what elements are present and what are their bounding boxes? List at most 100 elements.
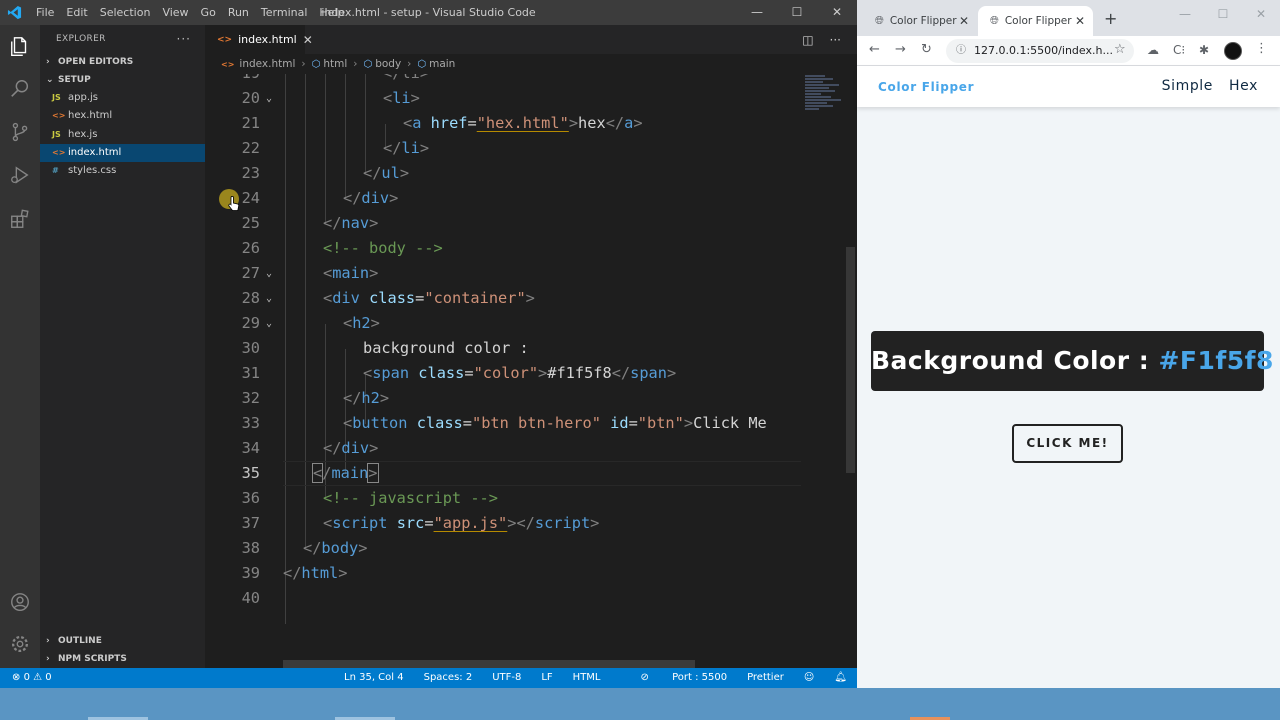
browser-tab[interactable]: 🌐︎ Color Flipper ✕ (863, 6, 977, 36)
extensions-icon[interactable] (8, 207, 32, 231)
line-ending[interactable]: LF (541, 668, 552, 688)
code-text: <li> (383, 89, 420, 107)
close-icon[interactable]: ✕ (1242, 0, 1280, 28)
close-tab-icon[interactable]: ✕ (303, 33, 313, 47)
breadcrumb-item[interactable]: index.html (239, 58, 295, 70)
line-number: 36 (241, 489, 260, 507)
extension-icon[interactable]: C⁝ (1173, 43, 1185, 57)
notifications-bell-icon[interactable]: 🔔︎ (834, 668, 847, 688)
split-editor-icon[interactable]: ◫ (802, 33, 813, 47)
feedback-icon[interactable]: ☺ (804, 668, 814, 688)
breadcrumb-item[interactable]: body (375, 58, 401, 70)
profile-avatar[interactable] (1224, 42, 1242, 60)
editor-actions: ◫ ··· (786, 25, 841, 54)
minimap[interactable] (805, 74, 845, 134)
file-item-styles-css[interactable]: # styles.css (40, 162, 205, 180)
code-text: </h2> (343, 389, 390, 407)
line-number: 35 (241, 464, 260, 482)
settings-gear-icon[interactable] (8, 632, 32, 656)
npm-scripts-section[interactable]: › NPM SCRIPTS (40, 650, 205, 668)
minimize-icon[interactable]: — (737, 0, 777, 25)
code-text: </main> (311, 463, 379, 483)
close-tab-icon[interactable]: ✕ (1075, 14, 1085, 28)
reload-icon[interactable]: ↻ (921, 42, 932, 57)
tab-index-html[interactable]: <> index.html ✕ (205, 25, 313, 54)
more-actions-icon[interactable]: ··· (830, 33, 841, 47)
maximize-icon[interactable]: ☐ (777, 0, 817, 25)
search-icon[interactable] (8, 77, 32, 101)
menu-terminal[interactable]: Terminal (255, 0, 314, 25)
code-text: </body> (303, 539, 368, 557)
puzzle-extensions-icon[interactable]: ✱ (1199, 43, 1209, 57)
menu-selection[interactable]: Selection (94, 0, 157, 25)
file-item-hex-html[interactable]: <> hex.html (40, 107, 205, 125)
error-icon: ⊗ (12, 672, 21, 683)
close-icon[interactable]: ✕ (817, 0, 857, 25)
browser-window-controls: — ☐ ✕ (1166, 0, 1280, 28)
site-brand[interactable]: Color Flipper (878, 80, 974, 94)
menu-view[interactable]: View (156, 0, 194, 25)
kebab-menu-icon[interactable]: ⋮ (1255, 41, 1268, 56)
fold-chevron-icon[interactable]: ⌄ (266, 311, 272, 336)
prettier-status[interactable]: Prettier (747, 668, 784, 688)
close-tab-icon[interactable]: ✕ (959, 14, 969, 28)
line-number: 19 (205, 74, 260, 86)
menu-file[interactable]: File (30, 0, 60, 25)
folder-section[interactable]: ⌄ SETUP (40, 71, 205, 89)
line-number: 29 (241, 314, 260, 332)
source-control-icon[interactable] (8, 120, 32, 144)
css-file-icon: # (52, 166, 59, 176)
breadcrumb-item[interactable]: main (429, 58, 455, 70)
line-number: 33 (241, 414, 260, 432)
os-taskbar (0, 688, 1280, 720)
indentation[interactable]: Spaces: 2 (424, 668, 473, 688)
language-mode[interactable]: HTML (573, 668, 601, 688)
file-item-app-js[interactable]: JS app.js (40, 89, 205, 107)
encoding[interactable]: UTF-8 (492, 668, 521, 688)
vertical-scrollbar[interactable] (846, 247, 855, 473)
run-debug-icon[interactable] (8, 163, 32, 187)
maximize-icon[interactable]: ☐ (1204, 0, 1242, 28)
explorer-icon[interactable] (8, 35, 32, 59)
site-info-icon[interactable]: ⓘ (956, 39, 966, 63)
extension-icon[interactable]: ☁ (1147, 43, 1159, 57)
folder-label: SETUP (58, 75, 91, 85)
more-actions-icon[interactable]: ··· (177, 25, 191, 53)
back-arrow-icon[interactable]: ← (869, 42, 880, 57)
nav-link-simple[interactable]: Simple (1162, 78, 1213, 94)
code-editor[interactable]: 19 </li> 20 ⌄ <li> 21 <a href="hex.html"… (205, 74, 805, 668)
problems-indicator[interactable]: ⊗ 0 ⚠ 0 (12, 668, 52, 688)
minimize-icon[interactable]: — (1166, 0, 1204, 28)
browser-tab-active[interactable]: 🌐︎ Color Flipper ✕ (978, 6, 1093, 36)
code-line: 39 </html> (205, 561, 805, 586)
address-bar[interactable]: ⓘ 127.0.0.1:5500/index.h... (946, 39, 1134, 63)
horizontal-scrollbar[interactable] (283, 660, 695, 668)
open-editors-section[interactable]: › OPEN EDITORS (40, 53, 205, 71)
outline-section[interactable]: › OUTLINE (40, 632, 205, 650)
menu-edit[interactable]: Edit (60, 0, 93, 25)
menu-go[interactable]: Go (195, 0, 222, 25)
fold-chevron-icon[interactable]: ⌄ (266, 86, 272, 111)
click-me-button[interactable]: CLICK ME! (1012, 424, 1123, 463)
live-server-port[interactable]: ⊘ Port : 5500 (621, 668, 728, 688)
menu-run[interactable]: Run (222, 0, 255, 25)
new-tab-plus-icon[interactable]: + (1104, 9, 1117, 28)
line-number: 26 (241, 239, 260, 257)
account-icon[interactable] (8, 590, 32, 614)
line-number: 37 (241, 514, 260, 532)
code-line: 25 </nav> (205, 211, 805, 236)
forward-arrow-icon[interactable]: → (895, 42, 906, 57)
web-page: Color Flipper Simple Hex Background Colo… (857, 66, 1280, 688)
cursor-position[interactable]: Ln 35, Col 4 (344, 668, 404, 688)
file-item-hex-js[interactable]: JS hex.js (40, 126, 205, 144)
menu-help[interactable]: Help (313, 0, 350, 25)
file-item-index-html[interactable]: <> index.html (40, 143, 205, 163)
breadcrumb-item[interactable]: html (323, 58, 347, 70)
bookmark-star-icon[interactable]: ☆ (1114, 42, 1126, 57)
code-line: 31 <span class="color">#f1f5f8</span> (205, 361, 805, 386)
nav-link-hex[interactable]: Hex (1229, 78, 1258, 94)
js-file-icon: JS (52, 129, 61, 139)
code-line: 37 <script src="app.js"></script> (205, 511, 805, 536)
fold-chevron-icon[interactable]: ⌄ (266, 286, 272, 311)
fold-chevron-icon[interactable]: ⌄ (266, 261, 272, 286)
